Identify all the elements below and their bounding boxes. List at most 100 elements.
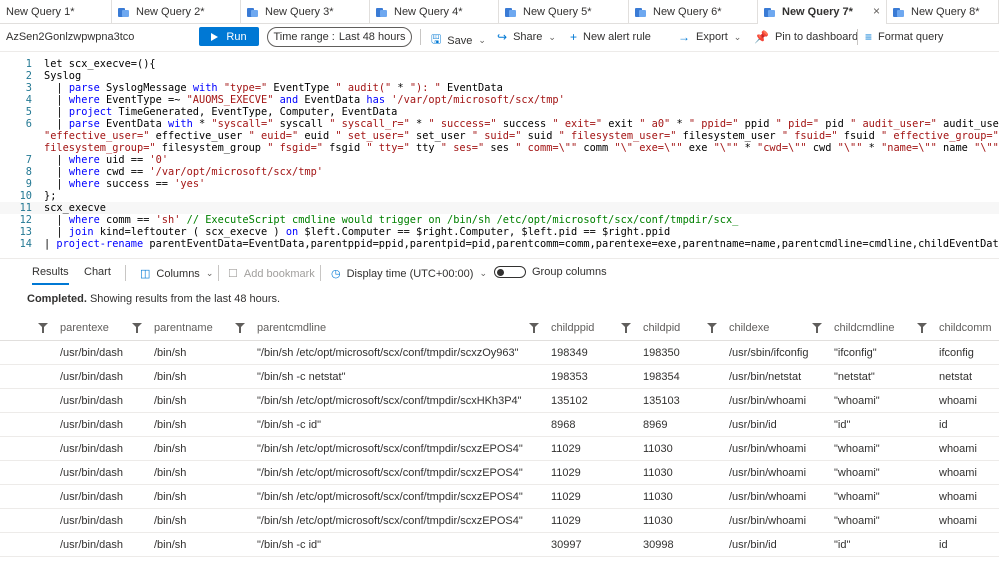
save-label: Save <box>447 34 473 47</box>
column-header-childpid[interactable]: childpid <box>643 322 680 334</box>
chevron-down-icon: ⌄ <box>479 268 487 278</box>
tab-label: New Query 6* <box>653 6 722 18</box>
export-button[interactable]: → Export ⌄ <box>678 30 741 44</box>
column-header-childppid[interactable]: childppid <box>551 322 594 334</box>
filter-icon[interactable] <box>235 323 245 333</box>
table-cell: /usr/bin/dash <box>60 395 123 407</box>
run-label: Run <box>226 30 247 43</box>
code-text: | parse SyslogMessage with "type=" Event… <box>44 82 503 94</box>
code-line: 9 | where success == 'yes' <box>0 178 999 190</box>
tab-query-3[interactable]: New Query 3* <box>241 0 370 24</box>
table-cell: "/bin/sh /etc/opt/microsoft/scx/conf/tmp… <box>257 347 519 359</box>
column-header-parentcmdline[interactable]: parentcmdline <box>257 322 326 334</box>
new-alert-rule-button[interactable]: + New alert rule <box>570 30 651 44</box>
query-icon <box>893 7 904 18</box>
pin-to-dashboard-button[interactable]: 📌 Pin to dashboard <box>754 30 858 44</box>
table-row[interactable]: /usr/bin/dash/bin/sh "/bin/sh -c id" 8968 8… <box>0 413 999 437</box>
table-cell: whoami <box>939 491 977 503</box>
filter-icon[interactable] <box>621 323 631 333</box>
table-cell: 11029 <box>551 443 581 455</box>
table-cell: whoami <box>939 515 977 527</box>
time-range-button[interactable]: Time range : Last 48 hours <box>267 27 412 47</box>
tab-query-2[interactable]: New Query 2* <box>112 0 241 24</box>
line-number: 1 <box>25 58 32 70</box>
tab-label: New Query 7* <box>782 6 853 18</box>
column-header-childcomm[interactable]: childcomm <box>939 322 992 334</box>
column-header-parentname[interactable]: parentname <box>154 322 213 334</box>
tab-query-1[interactable]: New Query 1* <box>0 0 112 24</box>
code-line: 4 | where EventType =~ "AUOMS_EXECVE" an… <box>0 94 999 106</box>
group-columns-toggle[interactable] <box>494 266 526 278</box>
table-row[interactable]: /usr/bin/dash/bin/sh "/bin/sh /etc/opt/mi… <box>0 341 999 365</box>
tab-chart[interactable]: Chart <box>84 266 111 278</box>
display-time-button[interactable]: ◷ Display time (UTC+00:00) ⌄ <box>331 267 487 281</box>
table-cell: /usr/bin/dash <box>60 419 123 431</box>
code-text: | where uid == '0' <box>44 154 169 166</box>
tab-query-6[interactable]: New Query 6* <box>629 0 758 24</box>
tab-query-5[interactable]: New Query 5* <box>499 0 629 24</box>
table-cell: 11030 <box>643 467 673 479</box>
column-header-parentexe[interactable]: parentexe <box>60 322 109 334</box>
table-cell: /usr/bin/whoami <box>729 515 807 527</box>
table-cell: /bin/sh <box>154 539 187 551</box>
table-row[interactable]: /usr/bin/dash/bin/sh "/bin/sh /etc/opt/mi… <box>0 485 999 509</box>
code-line: 14 | project-rename parentEventData=Event… <box>0 238 999 250</box>
group-columns-label: Group columns <box>532 266 607 278</box>
code-text: let scx_execve=(){ <box>44 58 156 70</box>
filter-icon[interactable] <box>707 323 717 333</box>
filter-icon[interactable] <box>38 323 48 333</box>
column-header-childcmdline[interactable]: childcmdline <box>834 322 895 334</box>
tab-results[interactable]: Results <box>32 266 69 285</box>
table-cell: "ifconfig" <box>834 347 877 359</box>
run-button[interactable]: Run <box>199 27 259 46</box>
table-cell: /usr/sbin/ifconfig <box>729 347 809 359</box>
display-time-label: Display time (UTC+00:00) <box>346 267 474 280</box>
filter-icon[interactable] <box>812 323 822 333</box>
column-header-childexe[interactable]: childexe <box>729 322 769 334</box>
table-row[interactable]: /usr/bin/dash/bin/sh "/bin/sh /etc/opt/mi… <box>0 509 999 533</box>
table-cell: /bin/sh <box>154 443 187 455</box>
table-cell: /bin/sh <box>154 395 187 407</box>
tab-query-7[interactable]: New Query 7* × <box>758 0 887 24</box>
pin-label: Pin to dashboard <box>774 31 859 43</box>
code-line: 7 | where uid == '0' <box>0 154 999 166</box>
table-cell: 11030 <box>643 491 673 503</box>
format-label: Format query <box>878 31 944 43</box>
add-bookmark-button[interactable]: ☐ Add bookmark <box>228 267 315 281</box>
table-cell: "whoami" <box>834 491 880 503</box>
table-cell: /usr/bin/dash <box>60 539 123 551</box>
chevron-down-icon: ⌄ <box>548 31 556 42</box>
share-button[interactable]: ↪ Share ⌄ <box>497 30 556 44</box>
filter-icon[interactable] <box>917 323 927 333</box>
tab-query-8[interactable]: New Query 8* <box>887 0 999 24</box>
code-text: | where cwd == '/var/opt/microsoft/scx/t… <box>44 166 324 178</box>
table-cell: 11030 <box>643 443 673 455</box>
table-cell: id <box>939 419 948 431</box>
table-row[interactable]: /usr/bin/dash/bin/sh "/bin/sh /etc/opt/mi… <box>0 437 999 461</box>
tab-label: New Query 2* <box>136 6 205 18</box>
table-row[interactable]: /usr/bin/dash/bin/sh "/bin/sh /etc/opt/mi… <box>0 461 999 485</box>
table-cell: "/bin/sh -c id" <box>257 539 322 551</box>
table-row[interactable]: /usr/bin/dash/bin/sh "/bin/sh /etc/opt/mi… <box>0 389 999 413</box>
code-text: "effective_user=" effective_user " euid=… <box>44 130 999 142</box>
table-row[interactable]: /usr/bin/dash/bin/sh "/bin/sh -c id" 30997… <box>0 533 999 557</box>
toolbar-divider <box>420 29 421 45</box>
filter-icon[interactable] <box>529 323 539 333</box>
query-icon <box>505 7 516 18</box>
format-query-button[interactable]: ≡ Format query <box>865 30 943 44</box>
close-icon[interactable]: × <box>873 4 880 18</box>
table-cell: "/bin/sh -c id" <box>257 419 322 431</box>
columns-button[interactable]: ◫ Columns ⌄ <box>140 267 213 281</box>
query-editor[interactable]: 1 let scx_execve=(){2 Syslog 3 | parse Sysl… <box>0 52 999 256</box>
columns-label: Columns <box>156 267 200 280</box>
save-button[interactable]: 🖫 Save ⌄ <box>431 30 486 51</box>
tab-query-4[interactable]: New Query 4* <box>370 0 499 24</box>
code-line: 3 | parse SyslogMessage with "type=" Eve… <box>0 82 999 94</box>
table-row[interactable]: /usr/bin/dash/bin/sh "/bin/sh -c netstat"… <box>0 365 999 389</box>
share-icon: ↪ <box>497 30 508 44</box>
table-cell: /bin/sh <box>154 419 187 431</box>
line-number: 6 <box>25 118 32 130</box>
filter-icon[interactable] <box>132 323 142 333</box>
workspace-name[interactable]: AzSen2Gonlzwpwpna3tco <box>6 31 134 43</box>
table-cell: "whoami" <box>834 467 880 479</box>
